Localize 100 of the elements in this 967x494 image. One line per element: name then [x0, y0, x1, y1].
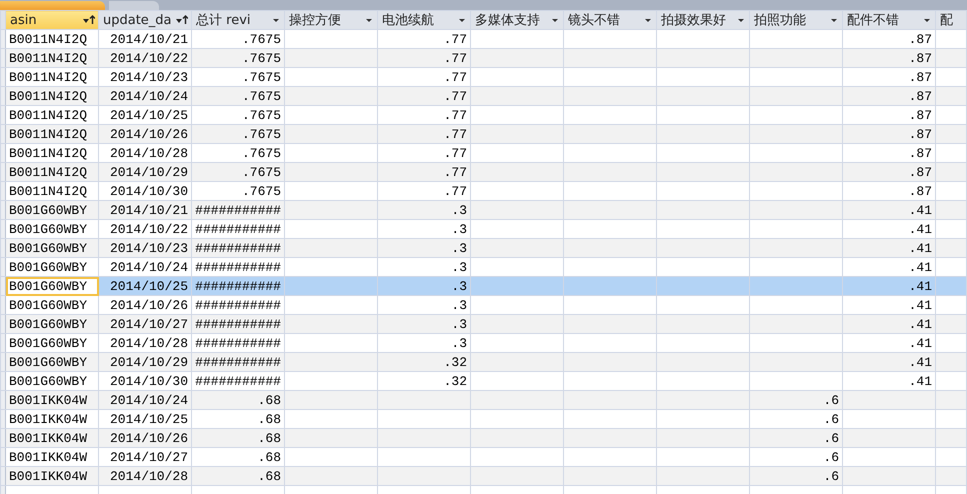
- table-cell: B001G60WBY: [9, 336, 88, 350]
- table-cell: .87: [908, 108, 932, 122]
- table-cell: B001G60WBY: [9, 374, 88, 388]
- table-cell: .68: [258, 392, 281, 408]
- table-cell: 2014/10/28: [110, 336, 188, 350]
- table-cell: B001G60WBY: [9, 354, 88, 370]
- table-cell: .3: [451, 278, 467, 294]
- table-cell: ###########: [195, 336, 281, 350]
- table-cell: .3: [451, 222, 467, 236]
- table-cell: 2014/10/27: [110, 450, 188, 464]
- table-cell: .3: [451, 298, 467, 312]
- table-cell: .77: [444, 70, 467, 84]
- sort-dropdown-icon[interactable]: [83, 15, 95, 25]
- column-header[interactable]: 多媒体支持: [470, 10, 564, 30]
- table-cell: .41: [908, 222, 932, 236]
- table-cell: .87: [908, 88, 932, 104]
- table-cell: .77: [444, 146, 467, 160]
- table-cell: .77: [444, 88, 467, 104]
- table-cell: .68: [258, 412, 281, 426]
- table-cell: B001IKK04W: [9, 412, 88, 426]
- table-cell: B001IKK04W: [9, 468, 88, 484]
- table-cell: .77: [444, 164, 467, 180]
- table-cell: ###########: [195, 240, 281, 256]
- table-cell: B001IKK04W: [9, 430, 88, 446]
- table-cell: .6: [823, 450, 839, 464]
- table-cell: .6: [823, 392, 839, 408]
- table-cell: B001IKK04W: [9, 392, 88, 408]
- column-header[interactable]: 操控方便: [284, 10, 378, 30]
- table-cell: .7675: [242, 126, 281, 142]
- table-cell: B0011N4I2Q: [9, 184, 88, 198]
- column-header[interactable]: asin: [6, 10, 98, 30]
- table-cell: B001G60WBY: [9, 222, 88, 236]
- table-cell: .68: [258, 468, 281, 484]
- table-cell: B0011N4I2Q: [9, 88, 88, 104]
- table-cell: .41: [908, 202, 932, 218]
- table-cell: .3: [451, 202, 467, 218]
- table-cell: .77: [444, 50, 467, 66]
- table-cell: .7675: [242, 70, 281, 84]
- table-cell: B0011N4I2Q: [9, 50, 88, 66]
- table-cell: .77: [444, 126, 467, 142]
- table-cell: .68: [258, 450, 281, 464]
- table-cell: 2014/10/28: [110, 468, 188, 484]
- table-cell: B0011N4I2Q: [9, 164, 88, 180]
- table-cell: 2014/10/24: [110, 260, 188, 274]
- table-cell: 2014/10/26: [110, 298, 188, 312]
- table-cell: 2014/10/25: [110, 108, 188, 122]
- table-cell: ###########: [195, 374, 281, 388]
- column-header[interactable]: 电池续航: [378, 10, 470, 30]
- table-cell: B0011N4I2Q: [9, 126, 88, 142]
- table-cell: ###########: [195, 202, 281, 218]
- table-cell: .7675: [242, 50, 281, 66]
- column-header[interactable]: 拍照功能: [750, 10, 842, 30]
- table-cell: .7675: [242, 146, 281, 160]
- table-cell: .41: [908, 374, 932, 388]
- table-cell: ###########: [195, 278, 281, 294]
- table-cell: ###########: [195, 222, 281, 236]
- table-cell: ###########: [195, 298, 281, 312]
- table-cell: .41: [908, 278, 932, 294]
- table-cell: .3: [451, 336, 467, 350]
- table-cell: .7675: [242, 108, 281, 122]
- table-cell: B001IKK04W: [9, 450, 88, 464]
- table-cell: 2014/10/21: [110, 32, 188, 46]
- table-cell: .77: [444, 184, 467, 198]
- table-cell: .3: [451, 260, 467, 274]
- table-cell: ###########: [195, 260, 281, 274]
- column-header[interactable]: update_da: [98, 10, 192, 30]
- table-cell: .7675: [242, 32, 281, 46]
- table-cell: .68: [258, 430, 281, 446]
- table-cell: 2014/10/30: [110, 374, 188, 388]
- table-cell: 2014/10/23: [110, 70, 188, 84]
- table-cell: .7675: [242, 184, 281, 198]
- table-cell: .87: [908, 70, 932, 84]
- table-cell: B0011N4I2Q: [9, 32, 88, 46]
- sort-dropdown-icon[interactable]: [176, 15, 188, 25]
- column-header[interactable]: 配件不错: [842, 10, 936, 30]
- table-cell: .32: [444, 374, 467, 388]
- table-cell: .3: [451, 240, 467, 256]
- column-header[interactable]: 配: [936, 10, 966, 30]
- table-cell: B0011N4I2Q: [9, 108, 88, 122]
- table-cell: .77: [444, 108, 467, 122]
- table-cell: .87: [908, 184, 932, 198]
- table-cell: B001G60WBY: [9, 278, 88, 294]
- table-cell: 2014/10/21: [110, 202, 188, 218]
- table-cell: .77: [444, 32, 467, 46]
- table-cell: 2014/10/29: [110, 164, 188, 180]
- table-cell: 2014/10/26: [110, 430, 188, 446]
- table-cell: 2014/10/23: [110, 240, 188, 256]
- table-cell: B001G60WBY: [9, 260, 88, 274]
- table-cell: B0011N4I2Q: [9, 146, 88, 160]
- table-cell: B0011N4I2Q: [9, 70, 88, 84]
- table-cell: .6: [823, 430, 839, 446]
- table-cell: .41: [908, 260, 932, 274]
- table-cell: .32: [444, 354, 467, 370]
- column-header[interactable]: 总计 revi: [192, 10, 284, 30]
- table-cell: B001G60WBY: [9, 240, 88, 256]
- column-header[interactable]: 拍摄效果好: [656, 10, 750, 30]
- selected-row[interactable]: B001G60WBY 2014/10/25 ########### .3 .41: [0, 276, 966, 296]
- table-cell: .87: [908, 164, 932, 180]
- column-header[interactable]: 镜头不错: [564, 10, 656, 30]
- table-cell: .41: [908, 298, 932, 312]
